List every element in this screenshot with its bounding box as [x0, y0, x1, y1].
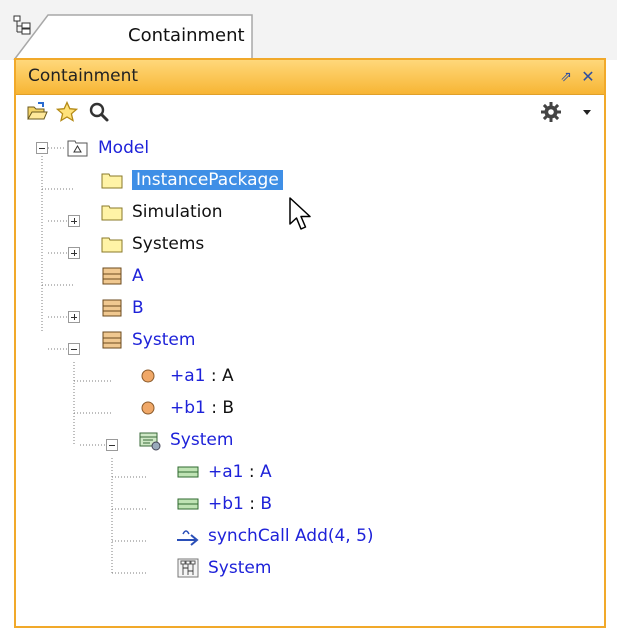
tree-node-b[interactable]: B	[100, 293, 144, 323]
tree-node-part-b1[interactable]: +b1 : B	[138, 393, 234, 423]
tree-node-model[interactable]: Model	[66, 133, 149, 163]
collapse-toggle-model[interactable]	[36, 142, 48, 154]
gear-icon[interactable]	[540, 101, 562, 123]
tab-label: Containment	[128, 25, 245, 46]
open-folder-icon[interactable]	[26, 101, 48, 123]
tree-node-label: +b1 : B	[170, 398, 234, 418]
instance-spec-icon	[139, 432, 161, 451]
type-separator: :	[243, 462, 261, 482]
tree-node-label: +b1 : B	[208, 494, 272, 514]
restore-icon[interactable]: ⇗	[558, 69, 574, 85]
tree-node-simulation[interactable]: Simulation	[100, 197, 223, 227]
package-folder-icon	[101, 205, 123, 221]
slot-type: B	[260, 494, 273, 514]
containment-panel: Containment ⇗ ✕ Model InstancePackage Si…	[14, 58, 606, 628]
tree-node-slot-b1[interactable]: +b1 : B	[176, 489, 272, 519]
tree-node-label: System	[170, 430, 234, 450]
tree-node-instance-package[interactable]: InstancePackage	[100, 165, 283, 195]
slot-icon	[177, 466, 199, 478]
tree-node-label: Systems	[132, 234, 205, 254]
tree-node-label: B	[132, 298, 144, 318]
block-icon	[102, 331, 122, 349]
tab-strip: Containment	[0, 0, 617, 60]
sequence-diagram-icon	[177, 558, 199, 578]
tree-node-part-a1[interactable]: +a1 : A	[138, 361, 234, 391]
containment-tree-icon	[13, 15, 31, 35]
slot-name: +a1	[208, 462, 244, 482]
dropdown-arrow-icon[interactable]	[580, 105, 594, 119]
tree-node-a[interactable]: A	[100, 261, 144, 291]
block-icon	[102, 267, 122, 285]
mouse-pointer-icon	[289, 197, 311, 230]
package-folder-icon	[101, 237, 123, 253]
panel-title-bar: Containment ⇗ ✕	[16, 60, 604, 95]
tree-node-system[interactable]: System	[100, 325, 195, 355]
tree-node-label: System	[132, 330, 196, 350]
tree-node-systems[interactable]: Systems	[100, 229, 204, 259]
part-type: B	[222, 398, 235, 418]
slot-name: +b1	[208, 494, 244, 514]
panel-toolbar	[16, 95, 604, 129]
tree-node-label: Simulation	[132, 202, 223, 222]
part-property-icon	[141, 369, 155, 383]
panel-title: Containment	[28, 66, 139, 86]
part-property-icon	[141, 401, 155, 415]
tree-node-inner-system[interactable]: System	[138, 425, 233, 455]
part-type: A	[222, 366, 234, 386]
collapse-toggle-system[interactable]	[68, 343, 80, 355]
tree-node-diagram[interactable]: System	[176, 553, 271, 583]
collapse-toggle-inner-system[interactable]	[106, 439, 118, 451]
slot-icon	[177, 498, 199, 510]
package-folder-icon	[101, 173, 123, 189]
star-icon[interactable]	[56, 101, 78, 123]
type-separator: :	[205, 366, 223, 386]
tree-node-label-selected: InstancePackage	[132, 170, 283, 190]
expand-toggle-simulation[interactable]	[68, 215, 80, 227]
tree-node-label: synchCall Add(4, 5)	[208, 526, 374, 546]
slot-type: A	[260, 462, 272, 482]
type-separator: :	[205, 398, 223, 418]
close-icon[interactable]: ✕	[580, 69, 596, 85]
type-separator: :	[243, 494, 261, 514]
tree-node-label: System	[208, 558, 272, 578]
tab-containment[interactable]: Containment	[13, 14, 253, 60]
tree-node-slot-a1[interactable]: +a1 : A	[176, 457, 272, 487]
part-name: +a1	[170, 366, 206, 386]
tree-node-label: +a1 : A	[170, 366, 234, 386]
tree-node-label: +a1 : A	[208, 462, 272, 482]
expand-toggle-b[interactable]	[68, 311, 80, 323]
part-name: +b1	[170, 398, 206, 418]
message-arrow-icon	[177, 530, 199, 546]
search-icon[interactable]	[88, 101, 110, 123]
tree-node-label: A	[132, 266, 144, 286]
block-icon	[102, 299, 122, 317]
tree-node-synch-call[interactable]: synchCall Add(4, 5)	[176, 521, 374, 551]
model-package-icon	[67, 140, 88, 157]
tree-node-label: Model	[98, 138, 150, 158]
expand-toggle-systems[interactable]	[68, 247, 80, 259]
